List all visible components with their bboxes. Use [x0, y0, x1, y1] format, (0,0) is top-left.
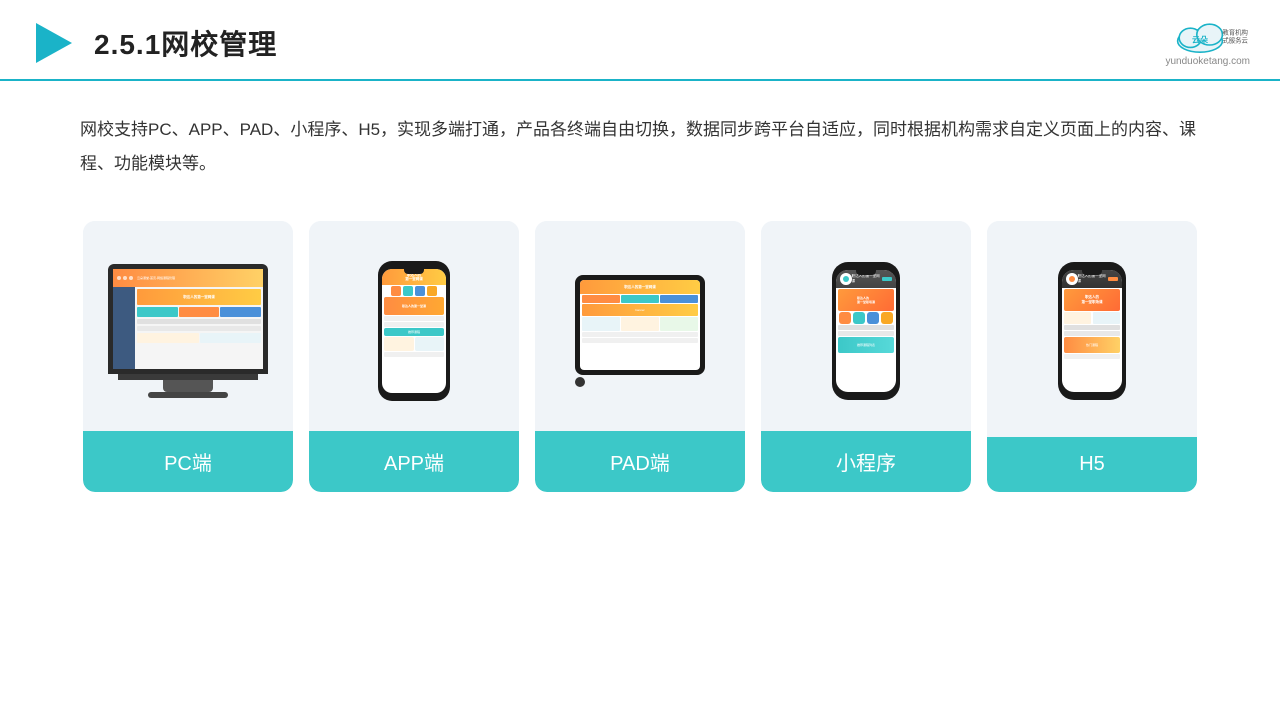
card-label-app: APP端 [309, 431, 519, 492]
logo-url: yunduoketang.com [1165, 56, 1250, 67]
card-label-pad: PAD端 [535, 431, 745, 492]
description: 网校支持PC、APP、PAD、小程序、H5，实现多端打通，产品各终端自由切换，数… [0, 81, 1280, 201]
card-label-h5: H5 [987, 437, 1197, 492]
card-image-pc: 云朵课堂-首页-网络课程管理 职达人的第一堂网课 [83, 221, 293, 431]
card-image-app: 职达人的第一堂网课 职达人的第一堂课 [309, 221, 519, 431]
svg-text:式服务云平台: 式服务云平台 [1222, 36, 1248, 45]
header-left: 2.5.1网校管理 [30, 19, 277, 67]
miniprogram-phone-mockup: 职达人的第一堂网课 职达人的第一堂职场课 [832, 262, 900, 400]
pc-monitor-mockup: 云朵课堂-首页-网络课程管理 职达人的第一堂网课 [108, 264, 268, 398]
page-title: 2.5.1网校管理 [94, 23, 277, 63]
cards-container: 云朵课堂-首页-网络课程管理 职达人的第一堂网课 [0, 201, 1280, 512]
svg-text:教育机构一站: 教育机构一站 [1222, 28, 1248, 37]
card-pc: 云朵课堂-首页-网络课程管理 职达人的第一堂网课 [83, 221, 293, 492]
play-icon [30, 19, 78, 67]
card-h5: 职达人的第一堂网课 职达人的第一堂职场课 [987, 221, 1197, 492]
card-image-pad: 职达人的第一堂网课 banner [535, 221, 745, 431]
card-pad: 职达人的第一堂网课 banner [535, 221, 745, 492]
card-image-miniprogram: 职达人的第一堂网课 职达人的第一堂职场课 [761, 221, 971, 431]
svg-text:云朵: 云朵 [1192, 35, 1208, 45]
app-phone-mockup: 职达人的第一堂网课 职达人的第一堂课 [378, 261, 450, 401]
card-label-pc: PC端 [83, 431, 293, 492]
card-image-h5: 职达人的第一堂网课 职达人的第一堂职场课 [987, 221, 1197, 431]
pad-tablet-mockup: 职达人的第一堂网课 banner [575, 275, 705, 387]
description-text: 网校支持PC、APP、PAD、小程序、H5，实现多端打通，产品各终端自由切换，数… [80, 120, 1196, 173]
header: 2.5.1网校管理 云朵 教育机构一站 式服务云平台 yunduoketang.… [0, 0, 1280, 81]
logo-icon: 云朵 教育机构一站 式服务云平台 [1168, 18, 1248, 56]
h5-phone-mockup: 职达人的第一堂网课 职达人的第一堂职场课 [1058, 262, 1126, 400]
card-app: 职达人的第一堂网课 职达人的第一堂课 [309, 221, 519, 492]
card-label-miniprogram: 小程序 [761, 431, 971, 492]
card-miniprogram: 职达人的第一堂网课 职达人的第一堂职场课 [761, 221, 971, 492]
logo-area: 云朵 教育机构一站 式服务云平台 yunduoketang.com [1165, 18, 1250, 67]
